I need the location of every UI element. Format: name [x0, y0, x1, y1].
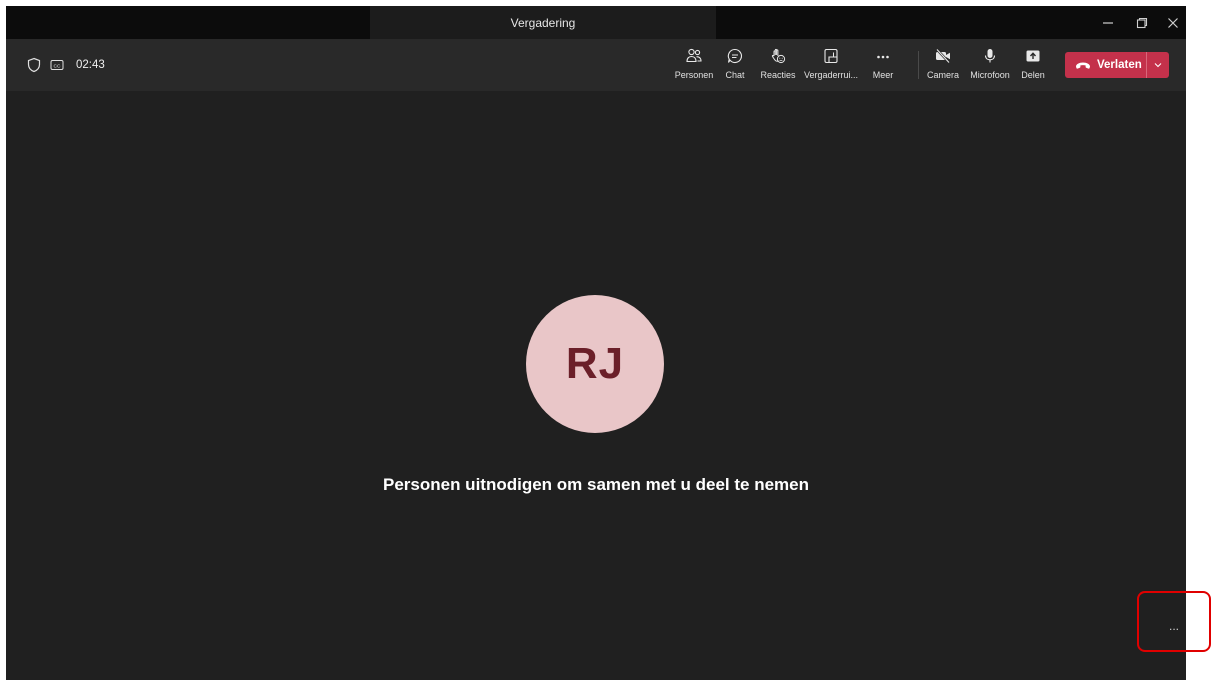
highlight-annotation: [1137, 591, 1211, 652]
microphone-button[interactable]: Microfoon: [966, 45, 1014, 87]
more-button[interactable]: Meer: [868, 45, 898, 87]
people-label: Personen: [674, 70, 714, 80]
minimize-icon: [1103, 21, 1113, 24]
avatar-initials: RJ: [565, 339, 625, 388]
reactions-label: Reacties: [760, 70, 796, 80]
close-button[interactable]: [1156, 6, 1186, 39]
people-button[interactable]: Personen: [674, 45, 714, 87]
microphone-icon: [981, 45, 999, 67]
close-icon: [1168, 17, 1178, 28]
minimize-button[interactable]: [1091, 6, 1125, 39]
window-title: Vergadering: [370, 6, 716, 39]
chat-icon: [726, 45, 744, 67]
breakout-rooms-icon: [822, 45, 840, 67]
avatar: RJ: [526, 295, 664, 433]
chat-label: Chat: [725, 70, 745, 80]
svg-text:CC: CC: [54, 63, 61, 69]
restore-icon: [1136, 17, 1148, 28]
leave-button[interactable]: Verlaten: [1065, 52, 1147, 78]
leave-button-group: Verlaten: [1065, 52, 1169, 78]
captions-icon[interactable]: CC: [50, 59, 64, 71]
phone-hangup-icon: [1076, 62, 1090, 69]
share-screen-icon: [1024, 45, 1042, 67]
camera-button[interactable]: Camera: [926, 45, 960, 87]
share-label: Delen: [1021, 70, 1045, 80]
breakout-rooms-button[interactable]: Vergaderrui...: [801, 45, 861, 87]
share-button[interactable]: Delen: [1018, 45, 1048, 87]
camera-label: Camera: [926, 70, 959, 80]
people-icon: [685, 45, 703, 67]
breakout-rooms-label: Vergaderrui...: [803, 70, 859, 80]
title-bar: Vergadering: [6, 6, 1186, 39]
meeting-stage: RJ Personen uitnodigen om samen met u de…: [6, 91, 1186, 680]
leave-options-dropdown[interactable]: [1147, 60, 1169, 70]
toolbar-divider: [918, 51, 919, 79]
chevron-down-icon: [1154, 63, 1162, 68]
microphone-label: Microfoon: [970, 70, 1010, 80]
meeting-toolbar: CC 02:43 Personen Chat Reacties Vergader…: [6, 39, 1186, 91]
reactions-icon: [769, 45, 787, 67]
meeting-timer: 02:43: [76, 59, 105, 71]
teams-meeting-window: Vergadering CC 02:43 Personen Chat React…: [6, 6, 1186, 680]
leave-label: Verlaten: [1097, 59, 1142, 71]
shield-icon[interactable]: [26, 57, 42, 73]
chat-button[interactable]: Chat: [720, 45, 750, 87]
camera-off-icon: [934, 45, 952, 67]
meeting-info: CC 02:43: [26, 53, 105, 77]
reactions-button[interactable]: Reacties: [758, 45, 798, 87]
more-icon: [874, 45, 892, 67]
restore-button[interactable]: [1125, 6, 1159, 39]
more-label: Meer: [872, 70, 894, 80]
invite-prompt: Personen uitnodigen om samen met u deel …: [382, 475, 810, 494]
